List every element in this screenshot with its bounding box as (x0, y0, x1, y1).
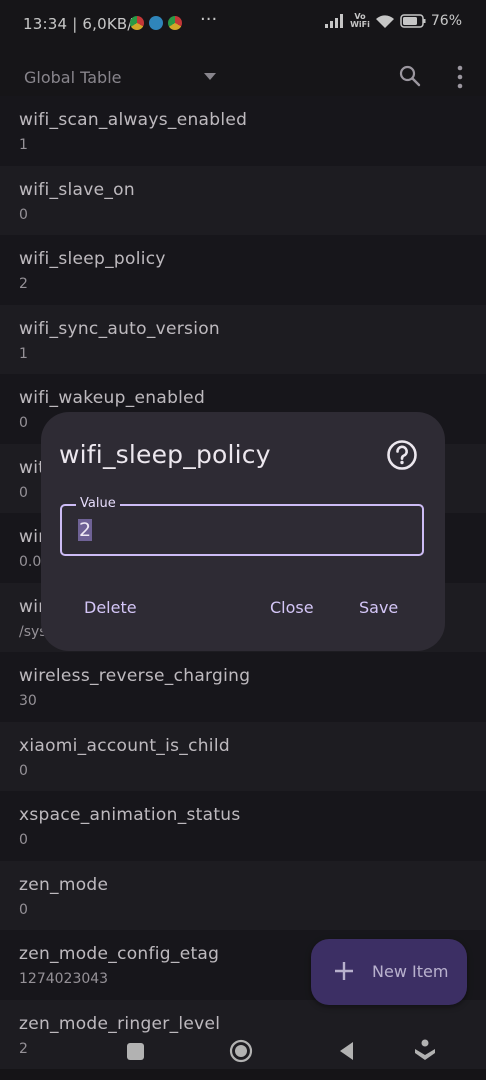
dialog-title: wifi_sleep_policy (59, 440, 271, 469)
value-field-label: Value (76, 496, 120, 511)
edit-value-dialog: wifi_sleep_policy Value 2 Delete Close S… (41, 412, 445, 651)
save-button[interactable]: Save (359, 598, 398, 617)
close-button[interactable]: Close (270, 598, 314, 617)
value-input[interactable]: Value 2 (60, 496, 424, 556)
delete-button[interactable]: Delete (84, 598, 137, 617)
help-icon[interactable] (386, 439, 418, 471)
value-field-text[interactable]: 2 (78, 519, 93, 541)
